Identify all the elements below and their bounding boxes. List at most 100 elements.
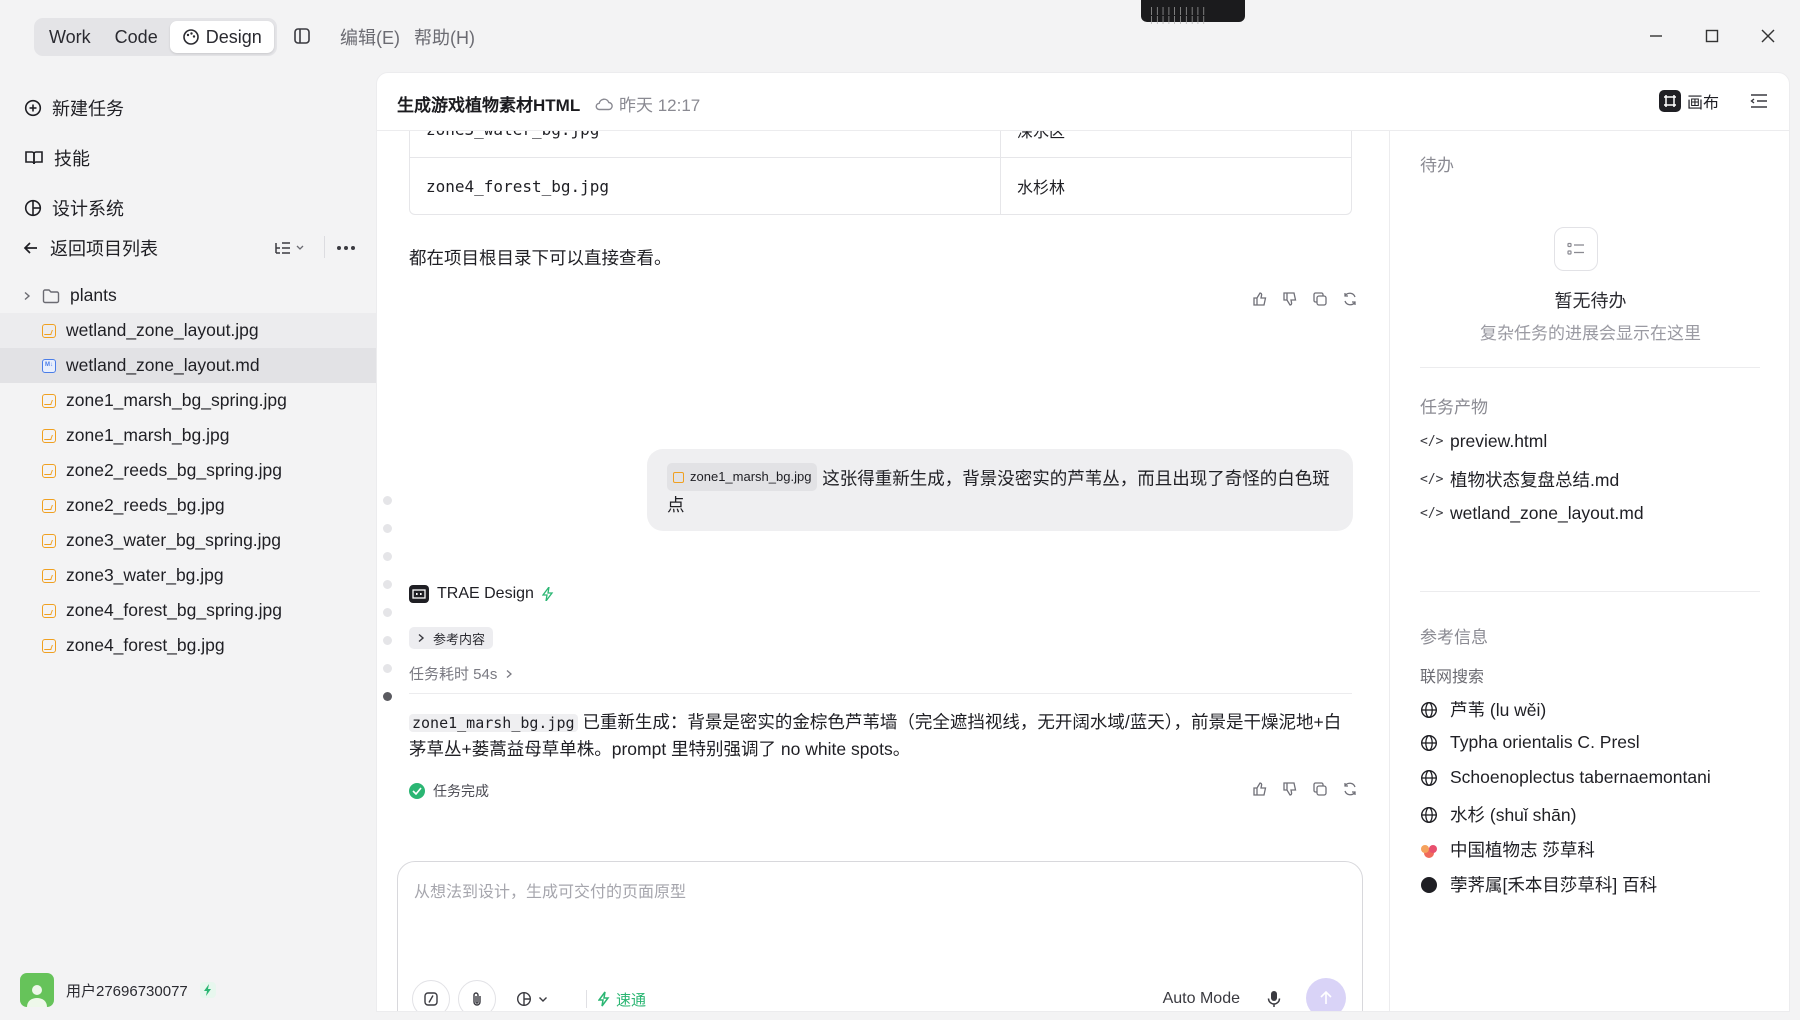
timeline-dot[interactable] bbox=[383, 636, 392, 645]
auto-mode-selector[interactable]: Auto Mode bbox=[1163, 990, 1240, 1008]
tree-file-item[interactable]: zone4_forest_bg_spring.jpg bbox=[0, 593, 376, 628]
maximize-icon[interactable] bbox=[1698, 22, 1726, 50]
encyclopedia-icon bbox=[1421, 876, 1437, 893]
canvas-button[interactable]: 画布 bbox=[1658, 89, 1719, 113]
tree-item-label: zone2_reeds_bg.jpg bbox=[66, 495, 225, 515]
main-panel: 生成游戏植物素材HTML 昨天 12:17 画布 zone3_water_bg.… bbox=[376, 72, 1790, 1012]
mode-work-button[interactable]: Work bbox=[37, 21, 103, 53]
image-file-icon bbox=[42, 393, 56, 408]
palette-icon bbox=[182, 29, 199, 45]
tree-item-label: plants bbox=[70, 285, 117, 305]
timeline-dot[interactable] bbox=[383, 664, 392, 673]
tree-folder-plants[interactable]: plants bbox=[0, 278, 376, 313]
regenerate-icon[interactable] bbox=[1342, 781, 1358, 797]
copy-icon[interactable] bbox=[1312, 781, 1328, 797]
tree-view-icon[interactable] bbox=[274, 240, 306, 256]
tree-file-item[interactable]: zone4_forest_bg.jpg bbox=[0, 628, 376, 663]
send-button[interactable] bbox=[1306, 978, 1346, 1011]
back-to-projects[interactable]: 返回项目列表 bbox=[22, 232, 356, 264]
thumbs-up-icon[interactable] bbox=[1252, 781, 1268, 797]
menu-edit[interactable]: 编辑(E) bbox=[340, 24, 400, 50]
file-chip[interactable]: zone1_marsh_bg.jpg bbox=[667, 463, 818, 491]
tree-item-label: wetland_zone_layout.jpg bbox=[66, 320, 259, 340]
artifact-item[interactable]: </> wetland_zone_layout.md bbox=[1420, 503, 1644, 524]
mode-code-button[interactable]: Code bbox=[103, 21, 170, 53]
reference-item[interactable]: 水杉 (shuǐ shān) bbox=[1420, 802, 1576, 827]
artifact-item[interactable]: </> preview.html bbox=[1420, 431, 1547, 452]
sidebar: 新建任务 技能 设计系统 返回项目列表 plants wetland_zone_… bbox=[0, 72, 376, 1020]
arrow-up-icon bbox=[1320, 990, 1332, 1004]
sidebar-item-new-task[interactable]: 新建任务 bbox=[24, 92, 124, 124]
message-input[interactable] bbox=[414, 878, 1334, 938]
user-profile[interactable]: 用户27696730077 bbox=[20, 972, 216, 1008]
reference-item[interactable]: 中国植物志 莎草科 bbox=[1420, 837, 1595, 862]
more-icon[interactable] bbox=[336, 245, 356, 251]
timeline-dot[interactable] bbox=[383, 524, 392, 533]
timeline-dot[interactable] bbox=[383, 580, 392, 589]
sidebar-item-skills[interactable]: 技能 bbox=[24, 142, 90, 174]
message-actions bbox=[1252, 291, 1358, 307]
reference-label: 水杉 (shuǐ shān) bbox=[1450, 805, 1577, 825]
file-list: wetland_zone_layout.jpg wetland_zone_layo… bbox=[0, 313, 376, 663]
sidebar-item-label: 设计系统 bbox=[52, 199, 124, 219]
thumbs-down-icon[interactable] bbox=[1282, 291, 1298, 307]
inline-code: zone1_marsh_bg.jpg bbox=[409, 714, 578, 732]
reference-label: 中国植物志 莎草科 bbox=[1450, 840, 1595, 860]
paperclip-icon bbox=[473, 992, 481, 1006]
tree-file-item[interactable]: zone1_marsh_bg_spring.jpg bbox=[0, 383, 376, 418]
tree-file-item[interactable]: zone2_reeds_bg.jpg bbox=[0, 488, 376, 523]
lightning-icon bbox=[598, 991, 610, 1007]
chevron-right-icon bbox=[418, 633, 425, 643]
minimize-icon[interactable] bbox=[1642, 22, 1670, 50]
table-cell: 深水区 bbox=[1017, 131, 1066, 141]
image-file-icon bbox=[42, 463, 56, 478]
reference-item[interactable]: Schoenoplectus tabernaemontani bbox=[1420, 767, 1711, 788]
chevron-right-icon bbox=[506, 669, 513, 678]
timeline-dot[interactable] bbox=[383, 552, 392, 561]
tree-file-item[interactable]: zone2_reeds_bg_spring.jpg bbox=[0, 453, 376, 488]
sidebar-toggle-icon[interactable] bbox=[290, 24, 314, 48]
reference-item[interactable]: 芦苇 (lu wěi) bbox=[1420, 697, 1546, 722]
table-row: zone4_forest_bg.jpg 水杉林 bbox=[410, 158, 1351, 214]
tree-file-item[interactable]: zone1_marsh_bg.jpg bbox=[0, 418, 376, 453]
regenerate-icon[interactable] bbox=[1342, 291, 1358, 307]
task-duration[interactable]: 任务耗时 54s bbox=[409, 663, 513, 684]
markdown-file-icon bbox=[42, 358, 56, 373]
reference-item[interactable]: 荸荠属[禾本目莎草科] 百科 bbox=[1420, 872, 1657, 897]
reference-label: 荸荠属[禾本目莎草科] 百科 bbox=[1450, 875, 1658, 895]
reference-item[interactable]: Typha orientalis C. Presl bbox=[1420, 732, 1640, 753]
slash-icon bbox=[424, 992, 438, 1006]
tree-file-item[interactable]: zone3_water_bg_spring.jpg bbox=[0, 523, 376, 558]
sidebar-item-design-system[interactable]: 设计系统 bbox=[24, 192, 124, 224]
image-file-icon bbox=[42, 638, 56, 653]
menu-help[interactable]: 帮助(H) bbox=[414, 24, 475, 50]
thumbs-down-icon[interactable] bbox=[1282, 781, 1298, 797]
attach-button[interactable] bbox=[458, 980, 496, 1011]
chat-thread: zone3_water_bg.jpg 深水区 zone4_forest_bg.j… bbox=[377, 131, 1382, 1011]
tree-file-item[interactable]: wetland_zone_layout.md bbox=[0, 348, 376, 383]
timeline-dot[interactable] bbox=[383, 608, 392, 617]
tree-item-label: zone1_marsh_bg_spring.jpg bbox=[66, 390, 287, 410]
close-icon[interactable] bbox=[1754, 22, 1782, 50]
user-name: 用户27696730077 bbox=[66, 982, 188, 1000]
globe-icon bbox=[1420, 769, 1438, 786]
panel-toggle-icon[interactable] bbox=[1749, 91, 1771, 113]
reference-toggle[interactable]: 参考内容 bbox=[409, 627, 494, 649]
microphone-icon[interactable] bbox=[1264, 989, 1284, 1009]
tree-file-item[interactable]: zone3_water_bg.jpg bbox=[0, 558, 376, 593]
artifact-item[interactable]: </> 植物状态复盘总结.md bbox=[1420, 467, 1619, 492]
thumbs-up-icon[interactable] bbox=[1252, 291, 1268, 307]
tree-file-item[interactable]: wetland_zone_layout.jpg bbox=[0, 313, 376, 348]
speed-mode-toggle[interactable]: 速通 bbox=[598, 980, 646, 1011]
tree-item-label: zone2_reeds_bg_spring.jpg bbox=[66, 460, 282, 480]
design-mode-selector[interactable] bbox=[516, 980, 548, 1011]
time-label: 昨天 12:17 bbox=[619, 96, 701, 115]
image-file-icon bbox=[42, 533, 56, 548]
trae-logo-icon bbox=[409, 585, 429, 603]
mode-design-button[interactable]: Design bbox=[169, 21, 274, 53]
slash-command-button[interactable] bbox=[412, 980, 450, 1011]
timeline-dot[interactable] bbox=[383, 496, 392, 505]
tree-item-label: zone1_marsh_bg.jpg bbox=[66, 425, 230, 445]
timeline-dot-current[interactable] bbox=[383, 692, 392, 701]
copy-icon[interactable] bbox=[1312, 291, 1328, 307]
